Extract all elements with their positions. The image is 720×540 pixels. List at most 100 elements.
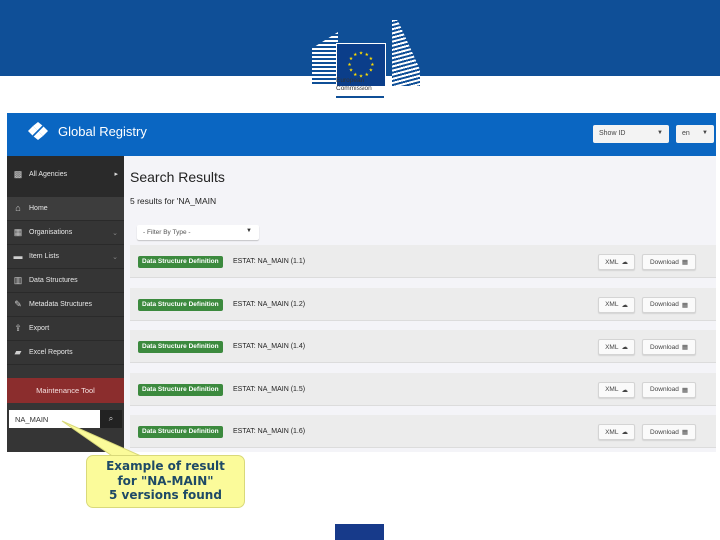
- sidebar-item-label: Data Structures: [29, 277, 78, 284]
- type-badge[interactable]: Data Structure Definition: [138, 383, 223, 396]
- svg-text:★: ★: [370, 62, 374, 68]
- app-header: Global Registry Show ID ▼ en ▼: [7, 113, 716, 156]
- results-count: 5 results for 'NA_MAIN: [130, 196, 217, 206]
- download-icon: ▦: [681, 301, 689, 309]
- callout-line: 5 versions found: [109, 488, 222, 502]
- chevron-down-icon: ⌄: [112, 253, 118, 261]
- sidebar-item-organisations[interactable]: ▦ Organisations ⌄: [7, 221, 124, 245]
- result-id-link[interactable]: ESTAT: NA_MAIN (1.6): [233, 428, 305, 435]
- xml-button[interactable]: XML ☁: [598, 254, 635, 270]
- sidebar-item-label: Excel Reports: [29, 349, 73, 356]
- download-button[interactable]: Download ▦: [642, 381, 696, 398]
- cloud-icon: ☁: [621, 429, 628, 437]
- sidebar-item-data-structures[interactable]: ▥ Data Structures: [7, 269, 124, 293]
- result-row: Data Structure Definition ESTAT: NA_MAIN …: [130, 330, 716, 364]
- xml-button[interactable]: XML ☁: [598, 381, 635, 398]
- download-button[interactable]: Download ▦: [642, 424, 696, 441]
- xml-label: XML: [605, 343, 619, 351]
- type-badge[interactable]: Data Structure Definition: [138, 426, 223, 439]
- sidebar-item-label: Export: [29, 325, 50, 332]
- search-button[interactable]: ⌕: [100, 410, 122, 428]
- sidebar-item-excel-reports[interactable]: ▰ Excel Reports: [7, 341, 124, 365]
- sidebar-search-input[interactable]: [9, 410, 100, 428]
- cloud-icon: ☁: [621, 259, 628, 266]
- type-badge[interactable]: Data Structure Definition: [138, 256, 223, 268]
- download-button[interactable]: Download ▦: [642, 339, 696, 356]
- search-icon: ⌕: [108, 414, 114, 423]
- download-label: Download: [649, 386, 679, 394]
- download-icon: ▦: [681, 259, 689, 266]
- result-id-link[interactable]: ESTAT: NA_MAIN (1.1): [233, 258, 305, 265]
- download-label: Download: [649, 343, 679, 351]
- agency-label: All Agencies: [29, 170, 68, 178]
- ec-org-line1: European: [336, 77, 365, 84]
- export-icon: ⇪: [14, 323, 22, 333]
- building-left-icon: [312, 32, 338, 86]
- result-id-link[interactable]: ESTAT: NA_MAIN (1.5): [233, 386, 305, 393]
- type-badge[interactable]: Data Structure Definition: [138, 341, 223, 354]
- svg-text:★: ★: [369, 56, 373, 62]
- download-icon: ▦: [681, 429, 689, 437]
- caret-down-icon: ▼: [246, 228, 252, 234]
- language-value: en: [682, 130, 690, 137]
- arrow-right-icon: ▸: [114, 171, 118, 178]
- svg-text:★: ★: [353, 52, 357, 58]
- cloud-icon: ☁: [621, 386, 628, 394]
- xml-label: XML: [605, 386, 619, 394]
- xml-label: XML: [605, 428, 619, 436]
- show-id-select[interactable]: Show ID ▼: [593, 125, 669, 143]
- page-title: Search Results: [130, 169, 225, 185]
- slide: ★ ★ ★ ★ ★ ★ ★ ★ ★ ★ ★ ★ European Commission Glob…: [0, 0, 720, 540]
- language-select[interactable]: en ▼: [676, 125, 714, 143]
- callout-annotation: Example of result for "NA-MAIN" 5 versio…: [86, 455, 245, 508]
- result-row: Data Structure Definition ESTAT: NA_MAIN …: [130, 372, 716, 406]
- item-lists-icon: ▬: [13, 251, 23, 261]
- sidebar-item-label: Organisations: [29, 229, 73, 236]
- svg-text:★: ★: [349, 68, 353, 74]
- show-id-value: Show ID: [599, 130, 626, 137]
- download-button[interactable]: Download ▦: [642, 296, 696, 313]
- registry-logo-icon[interactable]: [27, 122, 49, 140]
- xml-button[interactable]: XML ☁: [598, 339, 635, 356]
- data-structures-icon: ▥: [13, 275, 23, 285]
- result-id-link[interactable]: ESTAT: NA_MAIN (1.4): [233, 343, 305, 350]
- xml-button[interactable]: XML ☁: [598, 296, 635, 313]
- excel-icon: ▰: [14, 347, 22, 357]
- filter-value: - Filter By Type -: [143, 229, 191, 236]
- maintenance-tool-button[interactable]: Maintenance Tool: [7, 378, 124, 403]
- app-window: Global Registry Show ID ▼ en ▼ ▩ All Age…: [7, 113, 716, 452]
- sidebar-item-label: Item Lists: [29, 253, 59, 260]
- sidebar-item-home[interactable]: ⌂ Home: [7, 197, 124, 221]
- download-label: Download: [649, 428, 679, 436]
- xml-button[interactable]: XML ☁: [598, 424, 635, 441]
- app-title[interactable]: Global Registry: [58, 124, 147, 139]
- sidebar-item-item-lists[interactable]: ▬ Item Lists ⌄: [7, 245, 124, 269]
- sidebar-agency-selector[interactable]: ▩ All Agencies ▸: [7, 156, 124, 197]
- download-icon: ▦: [681, 344, 689, 352]
- svg-text:★: ★: [359, 51, 363, 57]
- agencies-icon: ▩: [13, 168, 23, 179]
- caret-down-icon: ▼: [702, 130, 708, 136]
- svg-text:★: ★: [347, 62, 351, 68]
- ec-org-line2: Commission: [336, 85, 372, 92]
- result-row: Data Structure Definition ESTAT: NA_MAIN …: [130, 245, 716, 278]
- sidebar-item-label: Home: [29, 205, 48, 212]
- download-button[interactable]: Download ▦: [642, 254, 696, 270]
- download-icon: ▦: [681, 386, 689, 394]
- sidebar-item-metadata-structures[interactable]: ✎ Metadata Structures: [7, 293, 124, 317]
- chevron-down-icon: ⌄: [112, 229, 118, 237]
- sidebar-item-label: Metadata Structures: [29, 301, 93, 308]
- footer-bar: [335, 524, 384, 540]
- xml-label: XML: [605, 258, 619, 266]
- cloud-icon: ☁: [621, 344, 628, 352]
- agency-row[interactable]: ▩ All Agencies ▸: [7, 162, 124, 186]
- filter-by-type-select[interactable]: - Filter By Type - ▼: [137, 225, 259, 240]
- callout-line: Example of result: [106, 459, 225, 473]
- caret-down-icon: ▼: [657, 130, 663, 136]
- result-id-link[interactable]: ESTAT: NA_MAIN (1.2): [233, 301, 305, 308]
- ec-logo: ★ ★ ★ ★ ★ ★ ★ ★ ★ ★ ★ ★ European Commission: [310, 10, 420, 100]
- download-label: Download: [649, 301, 679, 309]
- sidebar-item-export[interactable]: ⇪ Export: [7, 317, 124, 341]
- type-badge[interactable]: Data Structure Definition: [138, 298, 223, 311]
- pencil-icon: ✎: [14, 299, 22, 309]
